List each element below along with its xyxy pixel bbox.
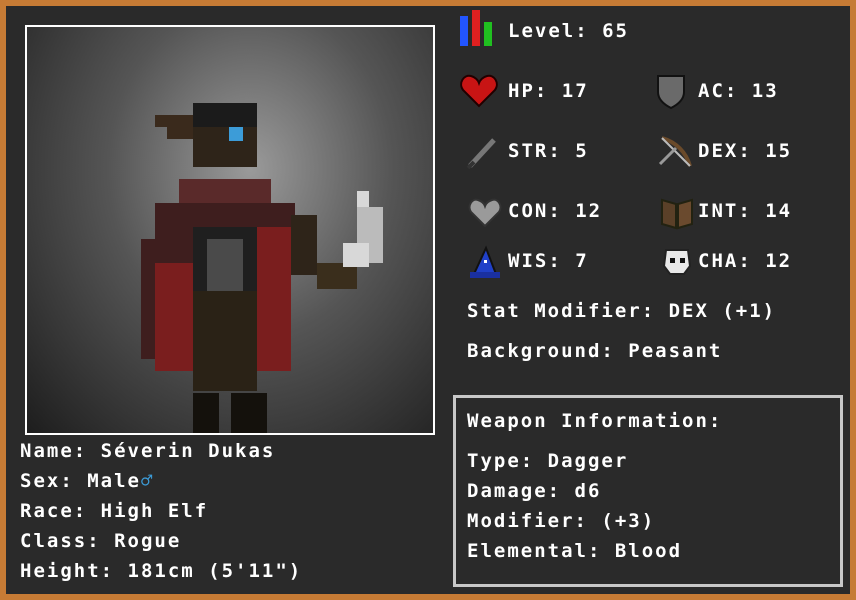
height-value: 181cm (5'11"): [127, 560, 303, 582]
name-row: Name: Séverin Dukas: [20, 440, 275, 462]
sex-value: Male: [87, 470, 141, 492]
race-row: Race: High Elf: [20, 500, 208, 522]
int-text: INT: 14: [698, 200, 793, 222]
name-label: Name:: [20, 440, 88, 462]
level-text: Level: 65: [508, 20, 629, 42]
weapon-elemental: Elemental: Blood: [467, 540, 683, 562]
weapon-info-title: Weapon Information:: [467, 410, 723, 432]
race-label: Race:: [20, 500, 88, 522]
level-bars-icon: [460, 10, 492, 46]
sword-icon: [466, 138, 496, 170]
name-value: Séverin Dukas: [100, 440, 276, 462]
background-text: Background: Peasant: [467, 340, 723, 362]
stat-modifier-text: Stat Modifier: DEX (+1): [467, 300, 777, 322]
class-row: Class: Rogue: [20, 530, 181, 552]
str-text: STR: 5: [508, 140, 589, 162]
sex-label: Sex:: [20, 470, 74, 492]
character-portrait: [25, 25, 435, 435]
weapon-damage: Damage: d6: [467, 480, 602, 502]
wizard-hat-icon: [470, 245, 500, 278]
heart-icon: [460, 74, 498, 108]
wis-text: WIS: 7: [508, 250, 589, 272]
weapon-modifier: Modifier: (+3): [467, 510, 656, 532]
hp-text: HP: 17: [508, 80, 589, 102]
cha-text: CHA: 12: [698, 250, 793, 272]
grey-heart-icon: [468, 198, 502, 228]
bow-icon: [658, 136, 692, 167]
rogue-sprite: [141, 103, 383, 433]
class-value: Rogue: [114, 530, 182, 552]
race-value: High Elf: [100, 500, 209, 522]
dex-text: DEX: 15: [698, 140, 793, 162]
class-label: Class:: [20, 530, 101, 552]
weapon-type: Type: Dagger: [467, 450, 629, 472]
shield-icon: [657, 75, 685, 110]
male-symbol-icon: ♂: [140, 470, 155, 492]
ac-text: AC: 13: [698, 80, 779, 102]
skull-mask-icon: [662, 249, 692, 275]
book-icon: [661, 198, 693, 230]
height-label: Height:: [20, 560, 115, 582]
sex-row: Sex: Male♂: [20, 470, 154, 492]
con-text: CON: 12: [508, 200, 603, 222]
height-row: Height: 181cm (5'11"): [20, 560, 302, 582]
character-sheet: Name: Séverin Dukas Sex: Male♂ Race: Hig…: [0, 0, 856, 600]
